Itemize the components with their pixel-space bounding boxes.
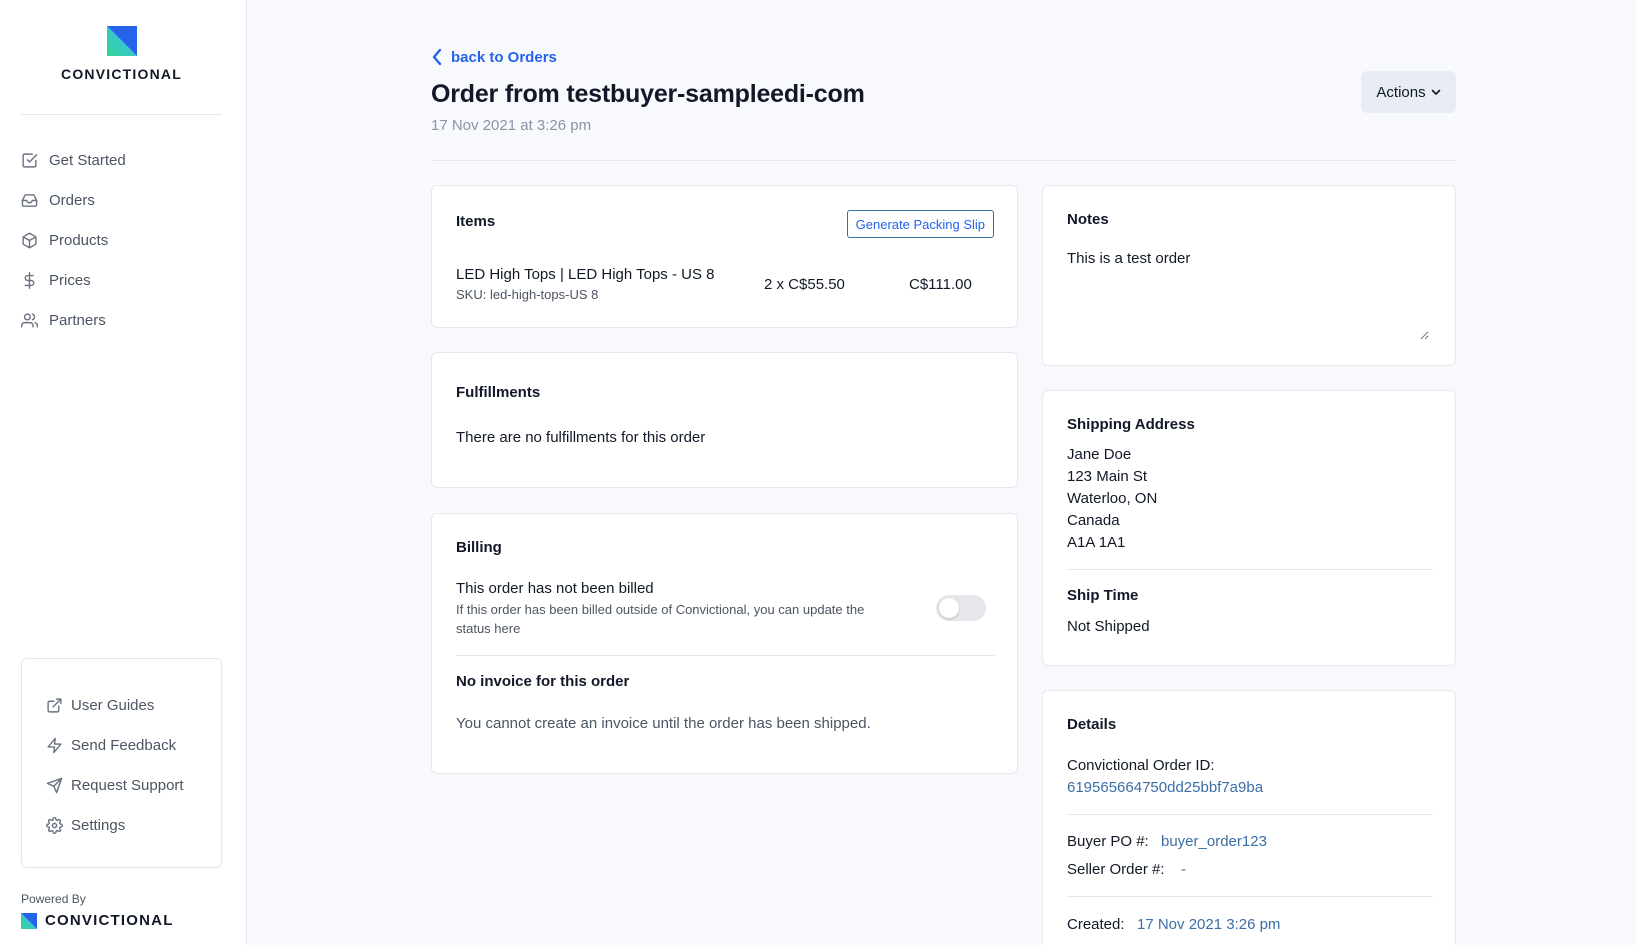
item-total: C$111.00	[909, 276, 972, 293]
details-divider	[1067, 814, 1433, 815]
shipping-title: Shipping Address	[1067, 416, 1195, 433]
brand-name: CONVICTIONAL	[61, 66, 182, 82]
gear-icon	[46, 816, 63, 834]
address-line: 123 Main St	[1067, 468, 1148, 485]
notes-textarea[interactable]: This is a test order	[1067, 250, 1429, 340]
shipping-card: Shipping Address Jane Doe 123 Main St Wa…	[1042, 390, 1456, 666]
main-nav: Get Started Orders Products Prices Partn…	[21, 140, 126, 340]
notes-card: Notes This is a test order	[1042, 185, 1456, 366]
sidebar-item-prices[interactable]: Prices	[21, 260, 126, 300]
seller-order-value: -	[1181, 861, 1186, 878]
sidebar: CONVICTIONAL Get Started Orders Products…	[0, 0, 247, 945]
request-support-link[interactable]: Request Support	[46, 765, 221, 805]
billing-card: Billing This order has not been billed I…	[431, 513, 1018, 774]
chevron-left-icon	[432, 48, 442, 66]
address-line: Jane Doe	[1067, 446, 1132, 463]
help-item-label: Send Feedback	[71, 736, 177, 754]
external-link-icon	[47, 697, 62, 713]
item-name: LED High Tops | LED High Tops - US 8	[456, 266, 715, 283]
sidebar-item-get-started[interactable]: Get Started	[21, 140, 126, 180]
billing-title: Billing	[456, 539, 502, 556]
help-item-label: User Guides	[71, 696, 155, 714]
convictional-logo-icon	[21, 912, 37, 929]
items-title: Items	[456, 213, 496, 230]
order-id-label: Convictional Order ID:	[1067, 757, 1215, 774]
fulfillments-title: Fulfillments	[456, 384, 541, 401]
details-divider	[1067, 896, 1433, 897]
send-feedback-link[interactable]: Send Feedback	[46, 725, 221, 765]
shipping-divider	[1067, 569, 1433, 570]
sidebar-item-label: Get Started	[49, 151, 126, 169]
actions-label: Actions	[1376, 83, 1426, 101]
sidebar-item-label: Partners	[49, 311, 106, 329]
billing-hint-line-1: If this order has been billed outside of…	[456, 602, 865, 617]
brand-logo[interactable]: CONVICTIONAL	[0, 26, 243, 82]
invoice-title: No invoice for this order	[456, 673, 630, 690]
sidebar-item-label: Products	[49, 231, 109, 249]
send-icon	[46, 777, 63, 793]
help-menu: User Guides Send Feedback Request Suppor…	[21, 658, 222, 868]
inbox-icon	[21, 193, 38, 207]
billed-toggle[interactable]	[936, 595, 986, 621]
header-divider	[431, 160, 1456, 161]
box-icon	[22, 232, 37, 248]
seller-order-label: Seller Order #:	[1067, 861, 1165, 878]
help-item-label: Settings	[71, 816, 126, 834]
sidebar-item-products[interactable]: Products	[21, 220, 126, 260]
address-line: A1A 1A1	[1067, 534, 1126, 551]
buyer-po-value: buyer_order123	[1161, 833, 1267, 850]
back-label: back to Orders	[451, 48, 557, 66]
invoice-text: You cannot create an invoice until the o…	[456, 715, 871, 732]
billing-divider	[456, 655, 995, 656]
convictional-logo-icon	[106, 26, 137, 56]
items-card: Items Generate Packing Slip LED High Top…	[431, 185, 1018, 328]
notes-title: Notes	[1067, 211, 1109, 228]
actions-button[interactable]: Actions	[1361, 71, 1456, 113]
sidebar-item-partners[interactable]: Partners	[21, 300, 126, 340]
generate-packing-slip-button[interactable]: Generate Packing Slip	[846, 210, 994, 238]
ship-time-value: Not Shipped	[1067, 618, 1150, 635]
users-icon	[21, 312, 38, 328]
chevron-down-icon	[1431, 89, 1440, 95]
powered-by-brand: CONVICTIONAL	[45, 912, 174, 929]
created-label: Created:	[1067, 916, 1125, 933]
created-value: 17 Nov 2021 3:26 pm	[1137, 916, 1281, 933]
fulfillments-card: Fulfillments There are no fulfillments f…	[431, 352, 1018, 488]
check-square-icon	[22, 152, 38, 168]
powered-by: Powered By CONVICTIONAL	[21, 892, 174, 929]
item-sku: SKU: led-high-tops-US 8	[456, 287, 599, 302]
zap-icon	[47, 737, 62, 753]
item-qty-price: 2 x C$55.50	[764, 276, 845, 293]
order-id-value: 619565664750dd25bbf7a9ba	[1067, 779, 1264, 796]
billing-status: This order has not been billed	[456, 580, 654, 597]
powered-by-logo: CONVICTIONAL	[21, 912, 174, 929]
sidebar-item-label: Prices	[49, 271, 91, 289]
sidebar-item-label: Orders	[49, 191, 95, 209]
help-item-label: Request Support	[71, 776, 184, 794]
order-date: 17 Nov 2021 at 3:26 pm	[431, 117, 592, 134]
sidebar-item-orders[interactable]: Orders	[21, 180, 126, 220]
toggle-knob	[939, 598, 959, 618]
page-title: Order from testbuyer-sampleedi-com	[431, 80, 865, 108]
billing-hint-line-2: status here	[456, 621, 521, 636]
sidebar-divider	[21, 114, 222, 115]
details-title: Details	[1067, 716, 1117, 733]
back-to-orders-link[interactable]: back to Orders	[431, 48, 557, 66]
fulfillments-empty-text: There are no fulfillments for this order	[456, 429, 706, 446]
address-line: Waterloo, ON	[1067, 490, 1158, 507]
buyer-po-label: Buyer PO #:	[1067, 833, 1149, 850]
ship-time-title: Ship Time	[1067, 587, 1139, 604]
user-guides-link[interactable]: User Guides	[46, 685, 221, 725]
settings-link[interactable]: Settings	[46, 805, 221, 845]
dollar-icon	[24, 271, 35, 289]
address-line: Canada	[1067, 512, 1120, 529]
details-card: Details Convictional Order ID: 619565664…	[1042, 690, 1456, 945]
powered-by-label: Powered By	[21, 892, 86, 906]
